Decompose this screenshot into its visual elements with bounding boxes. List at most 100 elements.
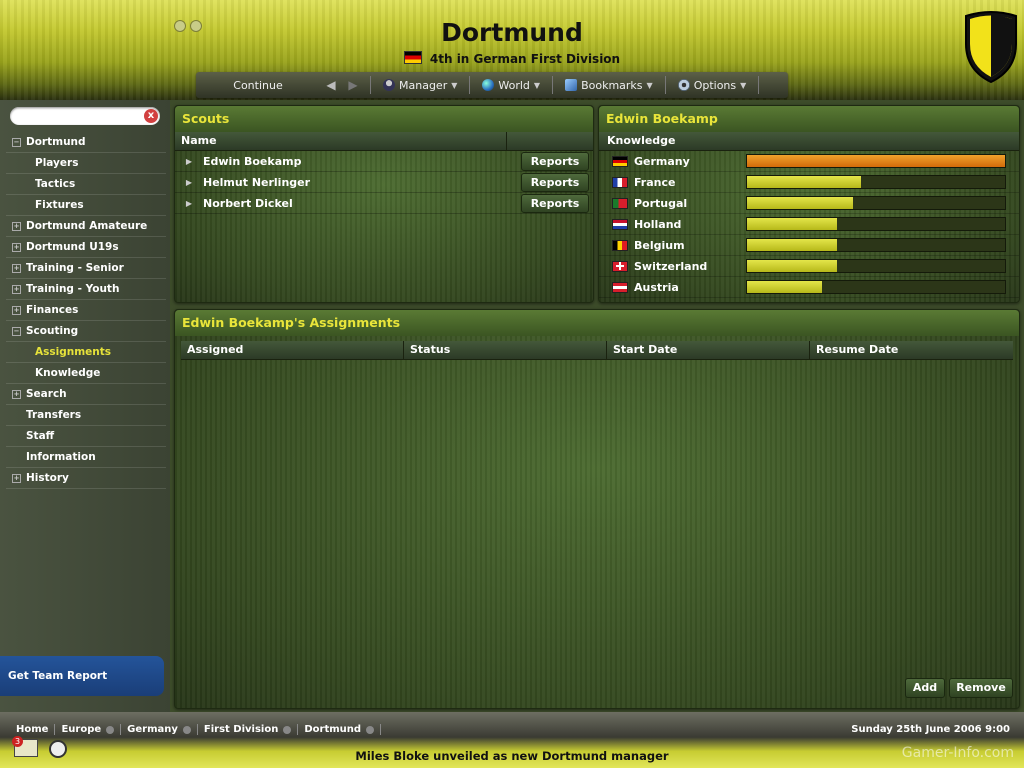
news-ticker[interactable]: Miles Bloke unveiled as new Dortmund man… xyxy=(0,749,1024,763)
name-column-header[interactable]: Name xyxy=(175,132,507,150)
scout-name: Norbert Dickel xyxy=(203,196,293,210)
reports-button[interactable]: Reports xyxy=(521,152,589,171)
chevron-down-icon: ▼ xyxy=(646,80,653,90)
search-input[interactable] xyxy=(18,109,142,125)
knowledge-row[interactable]: Belgium xyxy=(599,235,1019,256)
assignments-panel: Edwin Boekamp's Assignments Assigned Sta… xyxy=(174,309,1020,709)
expand-icon[interactable]: + xyxy=(12,285,21,294)
knowledge-row[interactable]: Holland xyxy=(599,214,1019,235)
forward-arrow-icon[interactable]: ▶ xyxy=(342,78,364,92)
expand-icon[interactable]: + xyxy=(12,306,21,315)
knowledge-bar-fill xyxy=(747,155,1005,167)
sidebar-item-fixtures[interactable]: Fixtures xyxy=(6,195,166,216)
nav-bookmarks-label: Bookmarks xyxy=(581,78,643,92)
sidebar-item-label: Training - Senior xyxy=(26,262,124,274)
knowledge-row[interactable]: Portugal xyxy=(599,193,1019,214)
assigned-column-header[interactable]: Assigned xyxy=(181,341,404,359)
knowledge-row[interactable]: Germany xyxy=(599,151,1019,172)
search-box[interactable]: x xyxy=(10,107,160,125)
sidebar-item-dortmund-amateure[interactable]: + Dortmund Amateure xyxy=(6,216,166,237)
knowledge-row[interactable]: Austria xyxy=(599,277,1019,298)
resume-date-column-header[interactable]: Resume Date xyxy=(810,341,1011,359)
sidebar-item-information[interactable]: Information xyxy=(6,447,166,468)
nav-options-label: Options xyxy=(693,78,737,92)
sidebar-item-dortmund-u19s[interactable]: + Dortmund U19s xyxy=(6,237,166,258)
assignments-panel-title: Edwin Boekamp's Assignments xyxy=(175,310,1019,336)
go-arrow-icon[interactable] xyxy=(182,725,191,734)
knowledge-bar-fill xyxy=(747,239,838,251)
breadcrumb-item[interactable]: Home xyxy=(10,724,56,735)
expand-arrow-icon[interactable]: ▶ xyxy=(181,157,197,166)
status-column-header[interactable]: Status xyxy=(404,341,607,359)
sidebar-item-history[interactable]: + History xyxy=(6,468,166,489)
expand-arrow-icon[interactable]: ▶ xyxy=(181,178,197,187)
collapse-icon[interactable]: − xyxy=(12,138,21,147)
sidebar-item-label: Search xyxy=(26,388,67,400)
sidebar-item-transfers[interactable]: Transfers xyxy=(6,405,166,426)
sidebar-item-scouting[interactable]: − Scouting xyxy=(6,321,166,342)
sidebar-item-tactics[interactable]: Tactics xyxy=(6,174,166,195)
sidebar-item-label: Assignments xyxy=(35,346,112,358)
nav-world-menu[interactable]: World ▼ xyxy=(476,79,546,92)
sidebar-item-knowledge[interactable]: Knowledge xyxy=(6,363,166,384)
scouts-panel-title: Scouts xyxy=(175,106,593,132)
go-arrow-icon[interactable] xyxy=(106,725,115,734)
sidebar-item-training-youth[interactable]: + Training - Youth xyxy=(6,279,166,300)
back-arrow-icon[interactable]: ◀ xyxy=(320,78,342,92)
breadcrumb-label: Germany xyxy=(127,724,178,735)
sidebar-item-staff[interactable]: Staff xyxy=(6,426,166,447)
knowledge-bar xyxy=(746,217,1006,231)
nav-manager-menu[interactable]: Manager ▼ xyxy=(377,79,463,92)
get-team-report-button[interactable]: Get Team Report xyxy=(0,656,164,696)
expand-icon[interactable]: + xyxy=(12,390,21,399)
close-icon[interactable]: x xyxy=(144,109,158,123)
breadcrumb-item[interactable]: Dortmund xyxy=(298,724,382,735)
sidebar-item-label: Finances xyxy=(26,304,79,316)
sidebar-item-assignments[interactable]: Assignments xyxy=(6,342,166,363)
sidebar-item-label: Dortmund Amateure xyxy=(26,220,148,232)
reports-button[interactable]: Reports xyxy=(521,194,589,213)
sidebar-item-finances[interactable]: + Finances xyxy=(6,300,166,321)
reports-column-header xyxy=(507,132,583,150)
country-name: Austria xyxy=(634,280,679,294)
start-date-column-header[interactable]: Start Date xyxy=(607,341,810,359)
expand-icon[interactable]: + xyxy=(12,264,21,273)
breadcrumb-item[interactable]: Germany xyxy=(121,724,198,735)
sidebar-item-dortmund[interactable]: − Dortmund xyxy=(6,132,166,153)
chevron-down-icon: ▼ xyxy=(451,80,458,90)
knowledge-row[interactable]: Switzerland xyxy=(599,256,1019,277)
knowledge-panel-title: Edwin Boekamp xyxy=(599,106,1019,132)
knowledge-row[interactable]: France xyxy=(599,172,1019,193)
add-button[interactable]: Add xyxy=(905,678,945,698)
breadcrumb-label: Home xyxy=(16,724,49,735)
collapse-icon[interactable]: − xyxy=(12,327,21,336)
breadcrumb-item[interactable]: First Division xyxy=(198,724,299,735)
reports-button[interactable]: Reports xyxy=(521,173,589,192)
switzerland-flag-icon xyxy=(612,260,628,272)
expand-icon[interactable]: + xyxy=(12,243,21,252)
expand-arrow-icon[interactable]: ▶ xyxy=(181,199,197,208)
nav-options-menu[interactable]: Options ▼ xyxy=(672,79,753,92)
breadcrumb-item[interactable]: Europe xyxy=(55,724,122,735)
scout-row[interactable]: ▶ Helmut Nerlinger Reports xyxy=(175,172,593,193)
knowledge-column-header[interactable]: Knowledge xyxy=(599,132,1009,150)
country-name: Portugal xyxy=(634,196,688,210)
sidebar-item-training-senior[interactable]: + Training - Senior xyxy=(6,258,166,279)
continue-button[interactable]: Continue xyxy=(196,79,320,92)
knowledge-table-header: Knowledge xyxy=(599,132,1019,151)
knowledge-bar-fill xyxy=(747,281,822,293)
austria-flag-icon xyxy=(612,281,628,293)
nav-bookmarks-menu[interactable]: Bookmarks ▼ xyxy=(559,79,659,92)
expand-icon[interactable]: + xyxy=(12,474,21,483)
remove-button[interactable]: Remove xyxy=(949,678,1013,698)
knowledge-bar-fill xyxy=(747,197,853,209)
expand-icon[interactable]: + xyxy=(12,222,21,231)
manager-icon xyxy=(383,79,395,91)
main-content: Scouts Name ▶ Edwin Boekamp Reports ▶ Helmut… xyxy=(170,100,1024,712)
go-arrow-icon[interactable] xyxy=(283,725,292,734)
sidebar-item-players[interactable]: Players xyxy=(6,153,166,174)
scout-row[interactable]: ▶ Norbert Dickel Reports xyxy=(175,193,593,214)
go-arrow-icon[interactable] xyxy=(366,725,375,734)
scout-row[interactable]: ▶ Edwin Boekamp Reports xyxy=(175,151,593,172)
sidebar-item-search[interactable]: + Search xyxy=(6,384,166,405)
